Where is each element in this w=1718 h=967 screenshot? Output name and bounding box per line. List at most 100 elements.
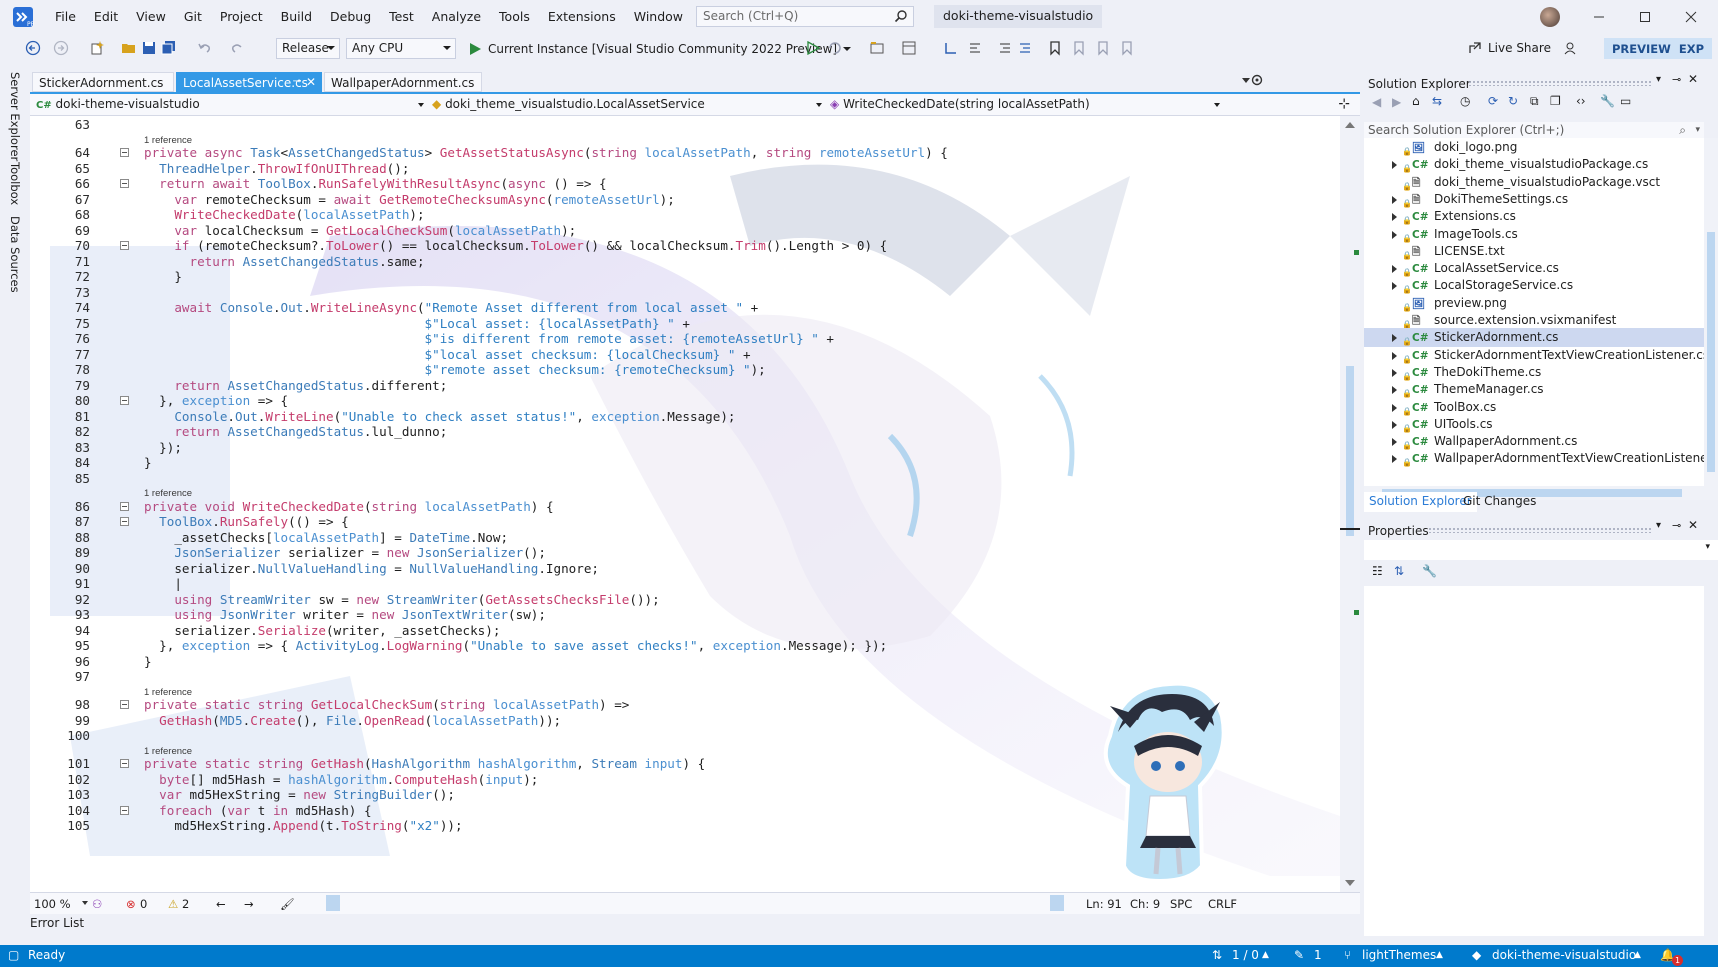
close-icon[interactable]: ✕ [1688,518,1698,532]
git-sync-status[interactable]: 1 / 0 [1232,948,1259,962]
menu-analyze[interactable]: Analyze [423,0,490,33]
expand-arrow-icon[interactable] [1392,438,1397,447]
indent-mode[interactable]: SPC [1170,897,1192,911]
back-icon[interactable] [24,39,42,57]
back-icon[interactable]: ◀ [1372,95,1381,109]
categorized-icon[interactable]: ☷ [1372,564,1383,578]
chevron-down-icon[interactable]: ▾ [1695,125,1700,135]
collapse-region-icon[interactable] [120,179,129,188]
tree-item[interactable]: 🔒 C# LocalStorageService.cs [1364,276,1704,295]
menu-extensions[interactable]: Extensions [539,0,625,33]
save-all-icon[interactable] [160,39,178,57]
platform-select[interactable]: Any CPU [346,38,456,59]
show-all-files-icon[interactable]: ❐ [1550,94,1561,108]
server-explorer-tab[interactable]: Server Explorer [8,72,22,161]
collapse-region-icon[interactable] [120,759,129,768]
collapse-region-icon[interactable] [120,700,129,709]
redo-icon[interactable] [228,39,246,57]
menu-tools[interactable]: Tools [490,0,539,33]
tree-item[interactable]: 🔒 C# UITools.cs [1364,415,1704,434]
expand-arrow-icon[interactable] [1392,403,1397,412]
layout-icon[interactable] [900,39,918,57]
switch-views-icon[interactable]: ⇆ [1432,94,1442,108]
collapse-region-icon[interactable] [120,396,129,405]
menu-debug[interactable]: Debug [321,0,380,33]
tab-wallpaper-adornment[interactable]: WallpaperAdornment.cs [324,72,482,92]
vertical-scrollbar[interactable] [1340,116,1360,892]
tree-item[interactable]: 🔒 🖼 preview.png [1364,294,1704,313]
menu-view[interactable]: View [127,0,175,33]
chevron-down-icon[interactable] [82,901,88,905]
close-icon[interactable]: ✕ [1688,72,1698,86]
save-icon[interactable] [140,39,158,57]
output-window-icon[interactable]: ▢ [8,948,19,962]
expand-arrow-icon[interactable] [1392,386,1397,395]
tree-item[interactable]: 🔒 C# ToolBox.cs [1364,398,1704,417]
code-text-area[interactable]: 63 1 reference 64 private async Task<AssetC… [30,116,1340,892]
clear-bookmarks-icon[interactable] [1118,39,1136,57]
menu-test[interactable]: Test [380,0,423,33]
collapse-region-icon[interactable] [120,148,129,157]
error-list-tab[interactable]: Error List [30,916,84,930]
tree-item[interactable]: 🔒 C# StickerAdornmentTextViewCreationListe… [1364,346,1704,365]
close-tab-icon[interactable]: ✕ [306,75,316,89]
refresh-icon[interactable]: ↻ [1508,94,1518,108]
collapse-all-icon[interactable]: ⧉ [1530,94,1539,109]
sync-icon[interactable]: ⟳ [1488,94,1498,108]
panel-menu-icon[interactable]: ▾ [1656,520,1661,531]
type-dropdown[interactable]: ◆ doki_theme_visualstudio.LocalAssetServ… [428,96,824,114]
settings-gear-icon[interactable] [1250,73,1264,87]
panel-drag-handle[interactable] [1468,80,1652,86]
tab-overflow-icon[interactable] [1242,78,1250,83]
toolbox-tab[interactable]: Toolbox [8,162,22,205]
tab-sticker-adornment[interactable]: StickerAdornment.cs [32,72,174,92]
forward-icon[interactable] [52,39,70,57]
forward-icon[interactable]: ▶ [1392,95,1401,109]
cleanup-brush-icon[interactable]: 🖌 [280,897,295,911]
member-dropdown[interactable]: ◈ WriteCheckedDate(string localAssetPath… [826,96,1222,114]
panel-drag-handle[interactable] [1428,527,1652,533]
tree-item[interactable]: 🔒 C# StickerAdornment.cs [1364,328,1704,348]
pin-icon[interactable]: ⊸ [293,76,301,87]
open-file-icon[interactable] [868,39,886,57]
properties-object-select[interactable]: ▾ [1364,540,1718,560]
warning-count[interactable]: 2 [182,897,189,911]
next-bookmark-icon[interactable] [1094,39,1112,57]
line-ending[interactable]: CRLF [1208,897,1237,911]
error-count[interactable]: 0 [140,897,147,911]
prev-bookmark-icon[interactable] [1070,39,1088,57]
preview-badge[interactable]: PREVIEW EXP [1604,38,1712,59]
tree-item[interactable]: 🔒 C# TheDokiTheme.cs [1364,363,1704,382]
copilot-icon[interactable]: ⚇ [92,897,102,911]
visual-studio-logo-icon[interactable]: PRE [0,0,46,33]
panel-menu-icon[interactable]: ▾ [1656,74,1661,85]
tree-vertical-scrollbar[interactable] [1704,138,1718,486]
tree-item[interactable]: 🔒 C# LocalAssetService.cs [1364,259,1704,278]
expand-arrow-icon[interactable] [1392,420,1397,429]
menu-window[interactable]: Window [625,0,692,33]
format-icon[interactable] [966,39,984,57]
start-without-debugging-icon[interactable] [804,39,822,57]
hot-reload-icon[interactable] [826,39,844,57]
minimize-icon[interactable] [1576,0,1622,33]
avatar[interactable] [1540,7,1560,27]
collapse-region-icon[interactable] [120,805,129,815]
menu-git[interactable]: Git [175,0,211,33]
previous-issue-icon[interactable]: ← [216,897,226,911]
search-input[interactable]: Search (Ctrl+Q) [696,6,914,27]
expand-arrow-icon[interactable] [1392,368,1397,377]
tree-item[interactable]: 🔒 C# Extensions.cs [1364,207,1704,226]
expand-arrow-icon[interactable] [1392,351,1397,360]
menu-build[interactable]: Build [272,0,321,33]
tree-item[interactable]: 🔒 C# WallpaperAdornment.cs [1364,432,1704,451]
expand-arrow-icon[interactable] [1392,195,1397,204]
tree-item[interactable]: 🔒 C# WallpaperAdornmentTextViewCreationLis… [1364,449,1704,468]
zoom-level[interactable]: 100 % [34,897,71,911]
pending-changes-icon[interactable]: ◷ [1460,94,1470,108]
live-share-button[interactable]: Live Share [1468,41,1551,55]
project-dropdown[interactable]: C# doki-theme-visualstudio [32,96,426,114]
open-folder-icon[interactable] [120,39,138,57]
expand-arrow-icon[interactable] [1392,334,1397,343]
tree-item[interactable]: 🔒 🖼 doki_logo.png [1364,138,1704,157]
start-debugging-button[interactable]: Current Instance [Visual Studio Communit… [466,38,853,59]
